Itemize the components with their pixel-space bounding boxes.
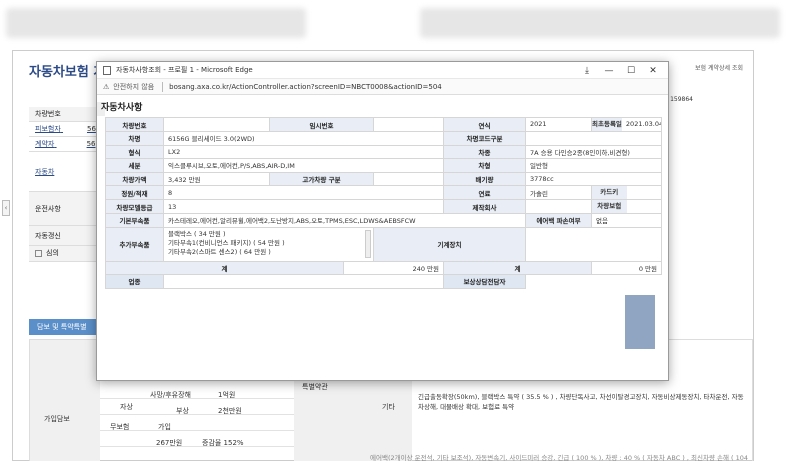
address-bar[interactable]: ⚠ 안전하지 않음 bosang.axa.co.kr/ActionControl… — [97, 79, 668, 95]
review-checkbox[interactable] — [35, 249, 42, 257]
injury-value: 2천만원 — [218, 407, 242, 415]
vehicle-info-table: 차량번호 임시번호 연식 2021 2021 최초등록일2021.03.04 차… — [105, 117, 663, 289]
premium-change: 증감율 152% — [202, 439, 244, 447]
table-row: 형식 LX2 차종 7A 승용 다인승2종(8인이하,비견형) — [105, 144, 663, 159]
table-row: 차량가액 3,432 만원 고가차량 구분 배기량 3778cc — [105, 171, 663, 186]
table-row: 계 240 만원 계 0 만원 — [105, 260, 663, 275]
download-icon[interactable]: ⤓ — [576, 66, 598, 76]
special-clause-label: 특별약관 — [302, 383, 328, 391]
bottom-note: 에어백(2개이상 운전석, 기타 보조석), 자동변속기, 사이드미러 승강, … — [370, 454, 750, 461]
jasang-label: 자상 — [120, 403, 133, 411]
blurred-toolbar — [420, 8, 780, 38]
guarantee-label: 가입담보 — [44, 415, 70, 423]
table-row: 추가부속품 블랙박스 ( 34 만원 ) 기타부속1(컨비니언스 패키지) ( … — [105, 226, 663, 262]
uninsured-value: 가입 — [158, 423, 171, 431]
list-item: 블랙박스 ( 34 만원 ) — [168, 229, 226, 238]
options-scrollbar[interactable] — [365, 229, 372, 258]
table-row: 차량모델등급 13 제작회사 차량보험 — [105, 199, 663, 214]
death-label: 사망/후유장해 — [150, 391, 191, 399]
collapse-left-handle[interactable]: ‹ — [2, 200, 10, 216]
warning-icon: ⚠ — [103, 82, 110, 91]
uninsured-label: 무보험 — [110, 423, 130, 431]
url-text[interactable]: bosang.axa.co.kr/ActionController.action… — [169, 83, 442, 91]
table-row: 세분 익스클루시브,오토,에어컨,P/S,ABS,AIR-D,IM 차형 일반형 — [105, 158, 663, 173]
list-item: 기타부속1(컨비니언스 패키지) ( 54 만원 ) — [168, 238, 285, 247]
section-title: 자동차사항 — [101, 103, 143, 113]
table-row: 차명 6156G 블리세이드 3.0(2WD) 차명코드구분 — [105, 131, 663, 146]
etc-label: 기타 — [382, 403, 395, 411]
premium-amount: 267만원 — [156, 439, 183, 447]
close-button[interactable]: ✕ — [642, 66, 664, 76]
window-titlebar: 자동차사항조회 - 프로필 1 - Microsoft Edge ⤓ — ☐ ✕ — [97, 62, 668, 79]
contract-detail-link[interactable]: 보험 계약상세 조회 — [695, 63, 743, 72]
maximize-button[interactable]: ☐ — [620, 66, 642, 76]
contract-number: 159864 — [670, 96, 693, 103]
death-value: 1억원 — [218, 391, 236, 399]
table-row: 정원/적재 8 연료 가솔린 카드키 — [105, 185, 663, 200]
table-row: 기본부속품 카스테레오,에어컨,알리뮤휠,에어백2,도난방지,ABS,오토,TP… — [105, 213, 663, 228]
additional-options-list[interactable]: 블랙박스 ( 34 만원 ) 기타부속1(컨비니언스 패키지) ( 54 만원 … — [162, 226, 375, 262]
list-item: 기타부속2(스마트 센스2) ( 64 만원 ) — [168, 247, 271, 256]
etc-value: 긴급출동확장(50km), 블랙박스 특약 ( 35.5 % ) , 차량단독사… — [418, 393, 744, 411]
injury-label: 부상 — [176, 407, 189, 415]
page-title: 자동차보험 계 — [29, 65, 106, 80]
popup-content: 자동차사항 차량번호 임시번호 연식 2021 2021 최초등록일2021.0… — [97, 96, 668, 380]
page-icon — [103, 65, 111, 75]
table-row: 차량번호 임시번호 연식 2021 2021 최초등록일2021.03.04 — [105, 117, 663, 132]
minimize-button[interactable]: — — [598, 66, 620, 76]
security-status[interactable]: 안전하지 않음 — [113, 82, 154, 92]
vehicle-info-popup: 자동차사항조회 - 프로필 1 - Microsoft Edge ⤓ — ☐ ✕… — [96, 61, 669, 381]
blurred-tabs — [6, 8, 306, 38]
redacted-box — [625, 295, 655, 349]
window-title: 자동차사항조회 - 프로필 1 - Microsoft Edge — [116, 66, 253, 74]
table-row: 업종 보상상담전담자 — [105, 274, 662, 289]
browser-topbar — [0, 0, 793, 48]
